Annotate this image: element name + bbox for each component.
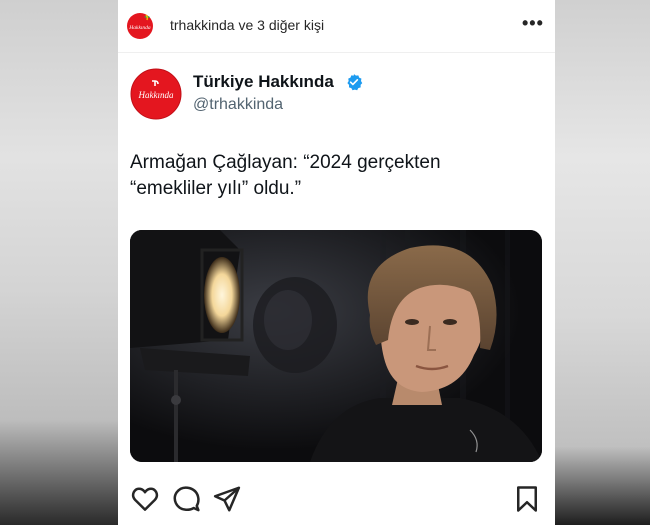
instagram-post-card: Hakkında trhakkinda ve 3 diğer kişi ••• … (118, 0, 555, 525)
send-icon[interactable] (212, 484, 242, 514)
background-right-blur (555, 0, 650, 525)
post-actions-bar (118, 484, 555, 518)
background-left-blur (0, 0, 118, 525)
post-username[interactable]: trhakkinda ve 3 diğer kişi (170, 17, 324, 33)
tweet-handle[interactable]: @trhakkinda (193, 96, 283, 114)
tweet-avatar[interactable]: Hakkında (130, 68, 182, 120)
heart-icon[interactable] (130, 484, 160, 514)
tweet-text-line: “emekliler yılı” oldu.” (130, 178, 302, 199)
post-header: Hakkında trhakkinda ve 3 diğer kişi ••• (118, 0, 555, 53)
tweet-photo[interactable] (130, 230, 542, 462)
bookmark-icon[interactable] (512, 484, 542, 514)
verified-badge-icon (347, 74, 363, 91)
background-light (253, 277, 337, 373)
comment-icon[interactable] (171, 484, 201, 514)
tweet-text-line: Armağan Çağlayan: “2024 gerçekten (130, 152, 441, 173)
tweet-display-name[interactable]: Türkiye Hakkında (193, 72, 334, 92)
tweet-text: Armağan Çağlayan: “2024 gerçekten “emekl… (130, 150, 530, 202)
tweet-avatar-logo-text: Hakkında (138, 90, 174, 100)
avatar-logo-text: Hakkında (128, 25, 151, 31)
profile-avatar[interactable]: Hakkında (126, 12, 154, 40)
more-icon[interactable]: ••• (522, 13, 544, 34)
